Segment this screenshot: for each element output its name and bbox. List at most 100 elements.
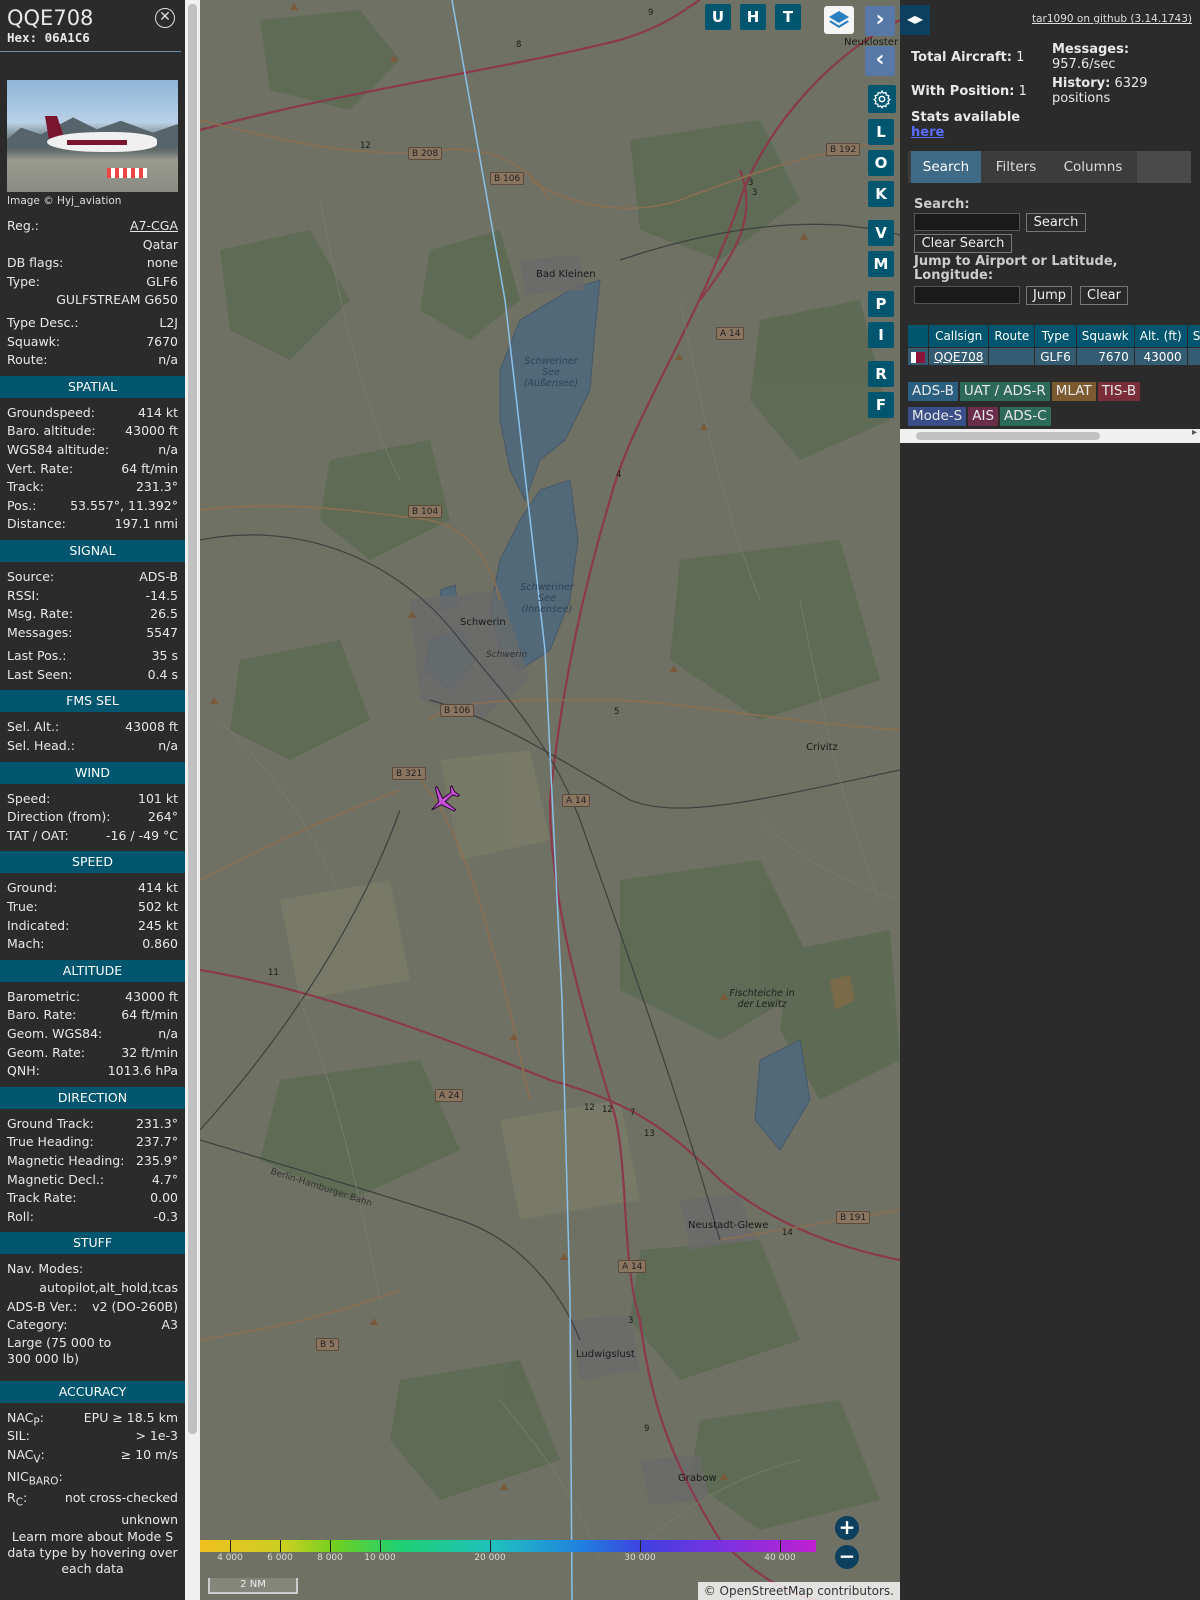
osm-link[interactable]: OpenStreetMap bbox=[720, 1584, 814, 1598]
with-position: With Position: 1 bbox=[911, 84, 1027, 99]
aircraft-photo[interactable] bbox=[7, 80, 178, 192]
detail-row: Type: GLF6 bbox=[0, 273, 185, 292]
learn-more-text: Learn more about Mode S data type by hov… bbox=[7, 1529, 178, 1577]
info-label: Source: bbox=[7, 568, 55, 584]
info-value: 245 kt bbox=[138, 917, 178, 933]
table-row[interactable]: QQE708 GLF6 7670 43000 bbox=[908, 348, 1200, 365]
map-button-m[interactable]: M bbox=[868, 251, 894, 277]
info-label: Sel. Head.: bbox=[7, 738, 75, 754]
info-row: Last Seen: 0.4 s bbox=[0, 666, 185, 685]
info-value: 235.9° bbox=[135, 1152, 178, 1168]
road-number: 12 bbox=[584, 1103, 595, 1113]
photo-credit: Image © Hyj_aviation bbox=[7, 195, 122, 207]
road-number: 9 bbox=[648, 8, 654, 18]
legend-label: 6 000 bbox=[267, 1553, 293, 1563]
info-row: QNH: 1013.6 hPa bbox=[0, 1062, 185, 1081]
tab-extra[interactable] bbox=[1137, 151, 1191, 183]
table-header-route[interactable]: Route bbox=[989, 325, 1035, 347]
map-button-t[interactable]: T bbox=[775, 4, 801, 30]
scale-bar: 2 NM bbox=[208, 1578, 298, 1594]
table-header-callsign[interactable]: Callsign bbox=[929, 325, 989, 347]
info-row: True: 502 kt bbox=[0, 898, 185, 917]
github-link[interactable]: tar1090 on github (3.14.1743) bbox=[1032, 13, 1192, 25]
road-label: B 106 bbox=[490, 172, 525, 185]
search-button[interactable]: Search bbox=[1026, 213, 1086, 232]
messages-rate: Messages: 957.6/sec bbox=[1052, 42, 1130, 72]
info-row: RSSI: -14.5 bbox=[0, 587, 185, 606]
tab-filters[interactable]: Filters bbox=[983, 151, 1049, 183]
info-label: Type Desc.: bbox=[7, 314, 79, 330]
info-row: Sel. Alt.: 43008 ft bbox=[0, 718, 185, 737]
table-header-speed[interactable]: Spd. bbox=[1187, 325, 1200, 347]
clear-search-button[interactable]: Clear Search bbox=[914, 234, 1012, 253]
map-button-i[interactable]: I bbox=[868, 322, 894, 348]
table-horizontal-scrollbar[interactable]: ▸ bbox=[900, 427, 1200, 443]
info-value: L2J bbox=[159, 314, 178, 330]
info-label: Last Pos.: bbox=[7, 648, 67, 664]
source-badge[interactable]: MLAT bbox=[1051, 382, 1096, 401]
zoom-out-button[interactable]: − bbox=[835, 1545, 859, 1569]
source-badge[interactable]: TIS-B bbox=[1097, 382, 1141, 401]
table-header-altitude[interactable]: Alt. (ft) bbox=[1134, 325, 1187, 347]
map-button-k[interactable]: K bbox=[868, 181, 894, 207]
info-panel-scrollbar[interactable] bbox=[185, 0, 200, 1600]
close-icon[interactable]: ✕ bbox=[155, 8, 175, 28]
next-arrow-icon[interactable]: › bbox=[865, 6, 895, 36]
table-header-squawk[interactable]: Squawk bbox=[1076, 325, 1134, 347]
table-header: Callsign Route Type Squawk Alt. (ft) Spd… bbox=[908, 325, 1200, 347]
nacv-row: NACV: ≥ 10 m/s bbox=[7, 1446, 178, 1466]
info-label: Direction (from): bbox=[7, 809, 111, 825]
gear-icon[interactable] bbox=[868, 85, 896, 113]
info-row: WGS84 altitude: n/a bbox=[0, 441, 185, 460]
info-label: DB flags: bbox=[7, 255, 64, 271]
stats-link[interactable]: here bbox=[911, 125, 944, 140]
info-label: Baro. Rate: bbox=[7, 1007, 77, 1023]
map-button-u[interactable]: U bbox=[705, 4, 731, 30]
road-label: A 24 bbox=[435, 1089, 464, 1102]
detail-row: Type Desc.: L2J bbox=[0, 314, 185, 333]
info-value: 4.7° bbox=[151, 1171, 178, 1187]
info-value: 64 ft/min bbox=[121, 460, 178, 476]
info-label: Baro. altitude: bbox=[7, 423, 96, 439]
zoom-in-button[interactable]: + bbox=[835, 1516, 859, 1540]
map-button-l[interactable]: L bbox=[868, 119, 894, 145]
expand-collapse-icon[interactable]: ◂▸ bbox=[900, 5, 930, 35]
history-count: History: 6329 positions bbox=[1052, 76, 1148, 106]
info-label: Indicated: bbox=[7, 917, 70, 933]
map-button-o[interactable]: O bbox=[868, 150, 894, 176]
info-row: Ground: 414 kt bbox=[0, 879, 185, 898]
info-row: Magnetic Heading: 235.9° bbox=[0, 1152, 185, 1171]
map[interactable]: B 208 B 106 B 192 A 14 B 104 B 106 B 321… bbox=[200, 0, 900, 1600]
road-label: B 5 bbox=[316, 1338, 339, 1351]
table-header-type[interactable]: Type bbox=[1035, 325, 1076, 347]
info-row: Geom. Rate: 32 ft/min bbox=[0, 1044, 185, 1063]
info-label: WGS84 altitude: bbox=[7, 441, 110, 457]
map-button-v[interactable]: V bbox=[868, 220, 894, 246]
source-badge[interactable]: ADS-B bbox=[908, 382, 958, 401]
previous-arrow-icon[interactable]: ‹ bbox=[865, 46, 895, 76]
map-button-f[interactable]: F bbox=[868, 392, 894, 418]
source-badge[interactable]: UAT / ADS-R bbox=[959, 382, 1050, 401]
registration-link[interactable]: A7-CGA bbox=[130, 217, 178, 236]
map-button-p[interactable]: P bbox=[868, 291, 894, 317]
row-callsign[interactable]: QQE708 bbox=[929, 348, 989, 365]
map-button-r[interactable]: R bbox=[868, 361, 894, 387]
map-button-h[interactable]: H bbox=[740, 4, 766, 30]
tab-columns[interactable]: Columns bbox=[1051, 151, 1135, 183]
aircraft-marker-icon[interactable] bbox=[426, 782, 462, 818]
jump-input[interactable] bbox=[914, 286, 1020, 304]
source-badge[interactable]: Mode-S bbox=[908, 407, 967, 426]
search-input[interactable] bbox=[914, 213, 1020, 231]
jump-label: Jump to Airport or Latitude, Longitude: bbox=[914, 254, 1118, 283]
source-badge[interactable]: ADS-C bbox=[1000, 407, 1051, 426]
source-badge[interactable]: AIS bbox=[968, 407, 999, 426]
jump-button[interactable]: Jump bbox=[1026, 286, 1072, 305]
info-label: Messages: bbox=[7, 624, 73, 640]
layers-icon[interactable] bbox=[824, 6, 854, 34]
clear-button[interactable]: Clear bbox=[1080, 286, 1128, 305]
search-label: Search: bbox=[914, 197, 970, 212]
info-value: 0.4 s bbox=[147, 666, 178, 682]
tab-search[interactable]: Search bbox=[911, 151, 981, 183]
road-number: 3 bbox=[752, 188, 758, 198]
flag-icon bbox=[908, 348, 928, 365]
